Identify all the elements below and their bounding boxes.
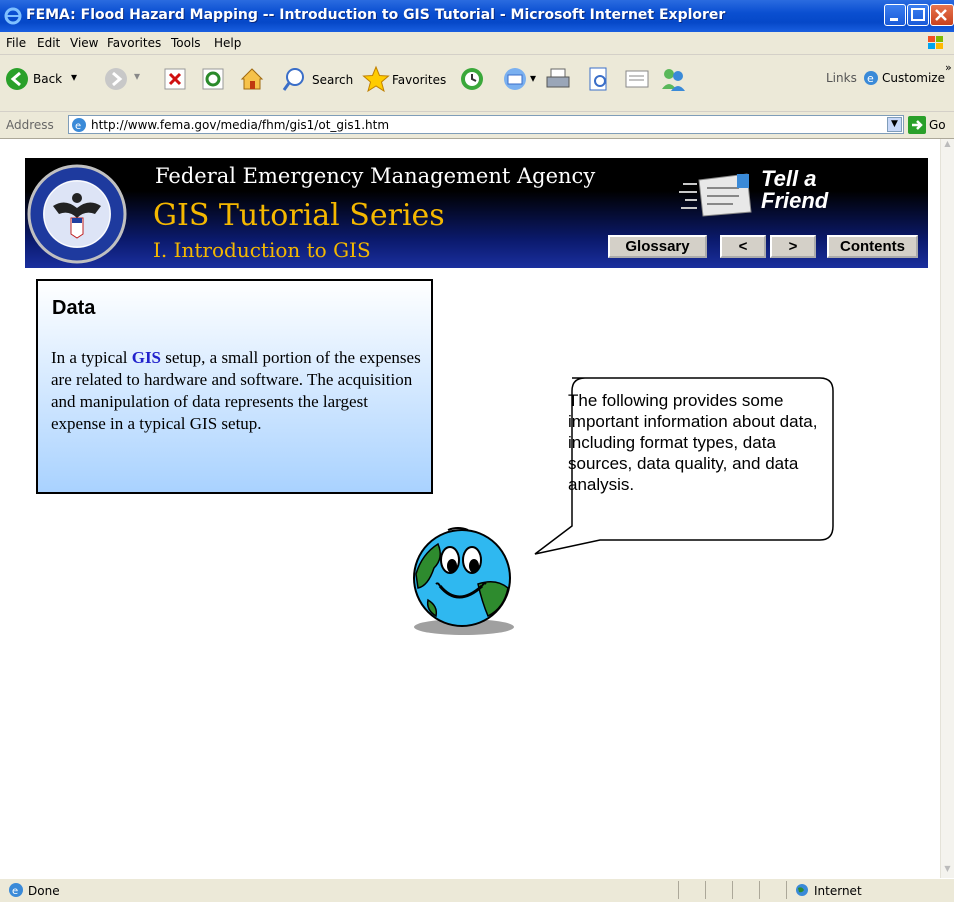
tell-a-friend-line2: Friend	[761, 188, 829, 213]
refresh-icon[interactable]	[202, 68, 224, 90]
scroll-up-icon[interactable]: ▲	[941, 139, 954, 153]
back-label: Back	[33, 72, 63, 86]
status-text: Done	[28, 884, 60, 898]
vertical-scrollbar[interactable]: ▲ ▼	[940, 139, 954, 878]
mail-dropdown-icon[interactable]: ▾	[530, 71, 536, 85]
gis-glossary-link[interactable]: GIS	[132, 348, 161, 367]
stop-icon[interactable]	[164, 68, 186, 90]
scroll-down-icon[interactable]: ▼	[941, 864, 954, 878]
search-icon	[282, 68, 304, 91]
ie-logo-icon	[4, 7, 22, 25]
intro-paragraph: In a typical GIS setup, a small portion …	[51, 347, 421, 435]
history-icon[interactable]	[459, 66, 485, 92]
address-input[interactable]: e http://www.fema.gov/media/fhm/gis1/ot_…	[68, 115, 904, 134]
chevron-icon[interactable]: »	[945, 61, 952, 74]
forward-button[interactable]	[104, 67, 128, 94]
address-url: http://www.fema.gov/media/fhm/gis1/ot_gi…	[91, 118, 390, 132]
internet-globe-icon	[796, 884, 808, 896]
maximize-button[interactable]	[907, 4, 929, 26]
status-bar: e Done Internet	[0, 878, 954, 902]
search-label: Search	[312, 73, 354, 87]
forward-arrow-icon	[105, 68, 127, 90]
svg-text:e: e	[75, 121, 81, 132]
links-label[interactable]: Links	[826, 71, 857, 85]
ie-page-icon: e	[864, 71, 878, 85]
menu-tools[interactable]: Tools	[171, 36, 201, 50]
section-title: I. Introduction to GIS	[153, 238, 371, 262]
email-letter-icon	[679, 173, 752, 217]
address-dropdown-icon[interactable]: ▼	[887, 117, 902, 132]
status-divider	[678, 881, 679, 899]
status-divider	[732, 881, 733, 899]
window-title: FEMA: Flood Hazard Mapping -- Introducti…	[26, 7, 726, 23]
customize-link[interactable]: Customize	[882, 71, 945, 85]
print-icon[interactable]	[545, 66, 571, 92]
security-zone-label: Internet	[814, 884, 862, 898]
tell-a-friend-line1: Tell a	[761, 166, 817, 191]
go-arrow-icon[interactable]	[908, 116, 926, 134]
data-info-panel: Data In a typical GIS setup, a small por…	[36, 279, 433, 494]
windows-flag-icon	[928, 36, 943, 49]
menu-edit[interactable]: Edit	[37, 36, 60, 50]
back-dropdown-icon[interactable]: ▾	[71, 70, 77, 84]
maximize-icon	[911, 8, 925, 21]
home-icon[interactable]	[239, 66, 265, 92]
address-bar: Address e http://www.fema.gov/media/fhm/…	[0, 112, 954, 139]
intro-text-start: In a typical	[51, 348, 132, 367]
previous-page-button[interactable]: <	[720, 235, 766, 258]
page-header-banner: Federal Emergency Management Agency GIS …	[25, 158, 928, 268]
minimize-button[interactable]	[884, 4, 906, 26]
globe-mascot-illustration	[413, 527, 514, 635]
standard-toolbar: Back ▾ ▾ Search Favorites ▾ Links e Cust…	[0, 55, 954, 112]
forward-dropdown-icon[interactable]: ▾	[134, 69, 140, 83]
address-label: Address	[6, 118, 54, 132]
edit-page-icon[interactable]	[585, 66, 611, 92]
series-title: GIS Tutorial Series	[153, 198, 445, 233]
window-title-bar[interactable]: FEMA: Flood Hazard Mapping -- Introducti…	[0, 0, 954, 32]
ie-page-icon: e	[9, 883, 23, 897]
messenger-icon[interactable]	[659, 65, 687, 93]
page-icon: e	[72, 118, 86, 132]
search-button[interactable]: Search	[282, 67, 353, 96]
favorites-label: Favorites	[392, 73, 447, 87]
go-button[interactable]: Go	[929, 118, 946, 132]
menu-view[interactable]: View	[70, 36, 98, 50]
menu-bar: File Edit View Favorites Tools Help	[0, 32, 954, 55]
close-icon	[935, 9, 947, 21]
tell-a-friend-link[interactable]: Tell a Friend	[677, 164, 847, 224]
menu-help[interactable]: Help	[214, 36, 241, 50]
mail-icon[interactable]	[502, 66, 528, 92]
next-page-button[interactable]: >	[770, 235, 816, 258]
menu-file[interactable]: File	[6, 36, 26, 50]
bubble-text: The following provides some important in…	[568, 391, 818, 494]
discuss-icon[interactable]	[624, 66, 650, 92]
fema-seal-logo	[27, 164, 127, 264]
status-divider	[786, 881, 787, 899]
favorites-button[interactable]: Favorites	[362, 65, 446, 96]
section-heading: Data	[52, 297, 96, 319]
svg-text:e: e	[12, 886, 18, 897]
contents-button[interactable]: Contents	[827, 235, 918, 258]
back-arrow-icon	[6, 68, 28, 90]
menu-favorites[interactable]: Favorites	[107, 36, 161, 50]
svg-text:e: e	[867, 72, 874, 85]
glossary-button[interactable]: Glossary	[608, 235, 707, 258]
status-divider	[705, 881, 706, 899]
minimize-icon	[890, 18, 898, 21]
agency-name: Federal Emergency Management Agency	[155, 164, 596, 188]
close-button[interactable]	[930, 4, 954, 26]
favorites-star-icon	[362, 65, 390, 93]
status-divider	[759, 881, 760, 899]
